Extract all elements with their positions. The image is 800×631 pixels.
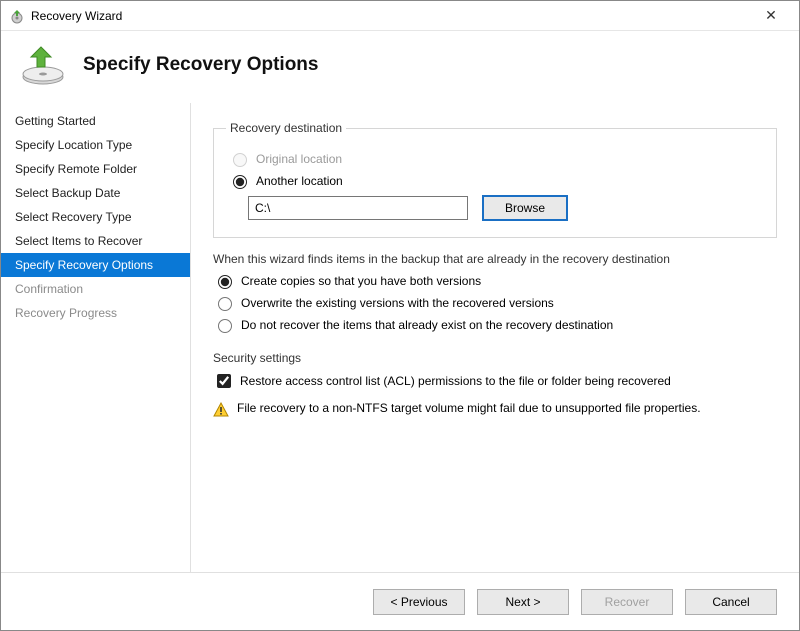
- original-location-radio: [233, 153, 247, 167]
- conflict-overwrite-label[interactable]: Overwrite the existing versions with the…: [241, 296, 554, 310]
- another-location-label[interactable]: Another location: [256, 174, 343, 188]
- conflict-skip-label[interactable]: Do not recover the items that already ex…: [241, 318, 613, 332]
- step-select-items-to-recover[interactable]: Select Items to Recover: [1, 229, 190, 253]
- step-confirmation[interactable]: Confirmation: [1, 277, 190, 301]
- recovery-destination-legend: Recovery destination: [226, 121, 346, 135]
- conflict-create-copies-radio[interactable]: [218, 275, 232, 289]
- destination-path-row: Browse: [248, 195, 762, 221]
- step-select-backup-date[interactable]: Select Backup Date: [1, 181, 190, 205]
- warning-icon: [213, 401, 229, 421]
- conflict-create-copies-label[interactable]: Create copies so that you have both vers…: [241, 274, 481, 288]
- step-specify-remote-folder[interactable]: Specify Remote Folder: [1, 157, 190, 181]
- restore-acl-checkbox[interactable]: [217, 374, 231, 388]
- step-select-recovery-type[interactable]: Select Recovery Type: [1, 205, 190, 229]
- wizard-steps-sidebar: Getting Started Specify Location Type Sp…: [1, 103, 191, 572]
- conflict-overwrite-option[interactable]: Overwrite the existing versions with the…: [213, 294, 777, 311]
- another-location-radio[interactable]: [233, 175, 247, 189]
- conflict-skip-option[interactable]: Do not recover the items that already ex…: [213, 316, 777, 333]
- wizard-footer: < Previous Next > Recover Cancel: [1, 572, 799, 630]
- original-location-label: Original location: [256, 152, 342, 166]
- step-getting-started[interactable]: Getting Started: [1, 109, 190, 133]
- cancel-button[interactable]: Cancel: [685, 589, 777, 615]
- step-specify-recovery-options[interactable]: Specify Recovery Options: [1, 253, 190, 277]
- another-location-option[interactable]: Another location: [228, 172, 762, 189]
- security-legend: Security settings: [213, 351, 777, 365]
- ntfs-warning: File recovery to a non-NTFS target volum…: [213, 401, 777, 421]
- wizard-body: Getting Started Specify Location Type Sp…: [1, 103, 799, 572]
- conflict-overwrite-radio[interactable]: [218, 297, 232, 311]
- recovery-large-icon: [19, 41, 67, 89]
- page-title: Specify Recovery Options: [83, 54, 318, 76]
- step-specify-location-type[interactable]: Specify Location Type: [1, 133, 190, 157]
- original-location-option: Original location: [228, 150, 762, 167]
- titlebar: Recovery Wizard ✕: [1, 1, 799, 31]
- restore-acl-option[interactable]: Restore access control list (ACL) permis…: [213, 371, 777, 391]
- recovery-wizard-window: Recovery Wizard ✕ Specify Recovery Optio…: [0, 0, 800, 631]
- wizard-content: Recovery destination Original location A…: [191, 103, 799, 572]
- window-title: Recovery Wizard: [31, 9, 751, 23]
- next-button[interactable]: Next >: [477, 589, 569, 615]
- recovery-app-icon: [9, 8, 25, 24]
- conflict-create-copies-option[interactable]: Create copies so that you have both vers…: [213, 272, 777, 289]
- restore-acl-label[interactable]: Restore access control list (ACL) permis…: [240, 374, 671, 388]
- wizard-header: Specify Recovery Options: [1, 31, 799, 103]
- conflict-legend: When this wizard finds items in the back…: [213, 252, 777, 266]
- destination-path-input[interactable]: [248, 196, 468, 220]
- conflict-skip-radio[interactable]: [218, 319, 232, 333]
- recover-button: Recover: [581, 589, 673, 615]
- step-recovery-progress[interactable]: Recovery Progress: [1, 301, 190, 325]
- recovery-destination-group: Recovery destination Original location A…: [213, 121, 777, 238]
- warning-text: File recovery to a non-NTFS target volum…: [237, 401, 701, 415]
- previous-button[interactable]: < Previous: [373, 589, 465, 615]
- browse-button[interactable]: Browse: [482, 195, 568, 221]
- close-button[interactable]: ✕: [751, 7, 791, 24]
